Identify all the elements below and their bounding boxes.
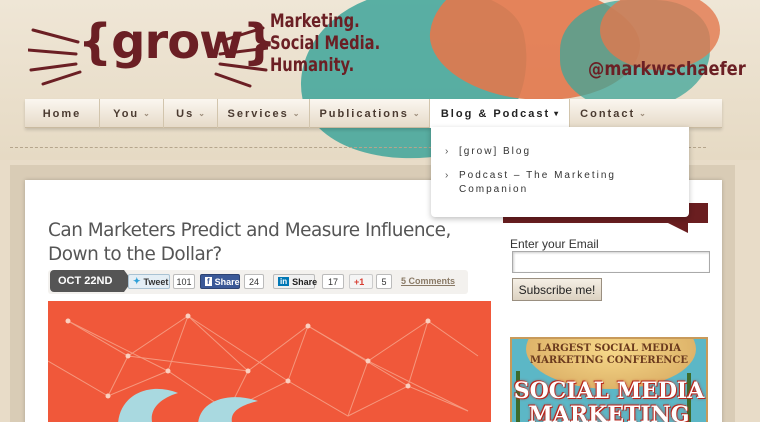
- nav-blog-podcast-label: Blog & Podcast: [440, 107, 551, 120]
- tweet-count: 101: [173, 274, 195, 289]
- nav-contact[interactable]: Contact ⌄: [570, 99, 656, 128]
- nav-blog-podcast[interactable]: Blog & Podcast ▾: [430, 99, 570, 128]
- tagline: Marketing. Social Media. Humanity.: [270, 10, 380, 76]
- linkedin-icon: in: [278, 277, 290, 286]
- chevron-down-icon: ⌄: [412, 109, 420, 118]
- chevron-down-icon: ⌄: [198, 109, 205, 118]
- nav-services[interactable]: Services ⌄: [218, 99, 310, 128]
- twitter-bird-icon: ✦: [133, 276, 141, 286]
- facebook-share-count: 24: [244, 274, 264, 289]
- nav-us-label: Us: [176, 107, 195, 120]
- ad-tagline: LARGEST SOCIAL MEDIA MARKETING CONFERENC…: [530, 343, 688, 366]
- comments-link[interactable]: 5 Comments: [401, 276, 455, 286]
- hero-image: [48, 301, 491, 422]
- chevron-down-icon: ⌄: [292, 109, 300, 118]
- nav-us[interactable]: Us ⌄: [164, 99, 218, 128]
- nav-you-label: You: [113, 107, 140, 120]
- tweet-button[interactable]: ✦ Tweet: [128, 274, 170, 289]
- dropdown-item-grow-blog[interactable]: › [grow] Blog: [445, 145, 689, 159]
- nav-home-label: Home: [42, 107, 82, 120]
- email-label: Enter your Email: [510, 237, 599, 251]
- post-date: OCT 22ND: [50, 270, 132, 292]
- tweet-label: Tweet: [143, 276, 169, 287]
- subscribe-button[interactable]: Subscribe me!: [512, 278, 602, 301]
- tagline-line-1: Marketing.: [270, 10, 360, 32]
- dropdown-item-podcast[interactable]: › Podcast – The Marketing Companion: [445, 169, 623, 197]
- network-graphic: [48, 313, 479, 422]
- main-nav: Home You ⌄ Us ⌄ Services ⌄ Publications ⌄ Bl…: [25, 99, 722, 128]
- nav-home[interactable]: Home: [25, 99, 100, 128]
- chevron-down-icon: ⌄: [143, 109, 150, 118]
- ad-headline: SOCIAL MEDIA MARKETING: [513, 378, 705, 422]
- arrow-right-icon: ›: [445, 170, 451, 181]
- logo[interactable]: {grow}: [78, 12, 277, 72]
- nav-you[interactable]: You ⌄: [100, 99, 164, 128]
- email-input[interactable]: [512, 251, 710, 273]
- nav-services-label: Services: [227, 107, 289, 120]
- google-plus-button[interactable]: +1: [349, 274, 373, 289]
- google-plus-count: 5: [376, 274, 392, 289]
- conference-ad-banner[interactable]: LARGEST SOCIAL MEDIA MARKETING CONFERENC…: [510, 337, 708, 422]
- dropdown-item-label: Podcast – The Marketing Companion: [459, 170, 616, 195]
- linkedin-share-count: 17: [322, 274, 344, 289]
- tagline-line-3: Humanity.: [270, 54, 355, 76]
- dropdown-item-label: [grow] Blog: [459, 146, 532, 157]
- gplus-label: +1: [354, 276, 365, 287]
- arrow-right-icon: ›: [445, 146, 451, 157]
- facebook-share-button[interactable]: f Share: [200, 274, 240, 289]
- linkedin-share-button[interactable]: in Share: [273, 274, 318, 289]
- twitter-handle[interactable]: @markwschaefer: [588, 58, 746, 80]
- li-share-label: Share: [292, 276, 318, 287]
- post-title[interactable]: Can Marketers Predict and Measure Influe…: [48, 218, 475, 266]
- nav-publications-label: Publications: [319, 107, 409, 120]
- tagline-line-2: Social Media.: [270, 32, 381, 54]
- nav-contact-label: Contact: [580, 107, 636, 120]
- nav-publications[interactable]: Publications ⌄: [310, 99, 430, 128]
- blog-podcast-dropdown: › [grow] Blog › Podcast – The Marketing Co…: [431, 127, 689, 217]
- caret-down-icon: ▾: [554, 109, 559, 118]
- fb-share-label: Share: [214, 276, 240, 287]
- facebook-icon: f: [205, 277, 212, 286]
- chevron-down-icon: ⌄: [639, 109, 646, 118]
